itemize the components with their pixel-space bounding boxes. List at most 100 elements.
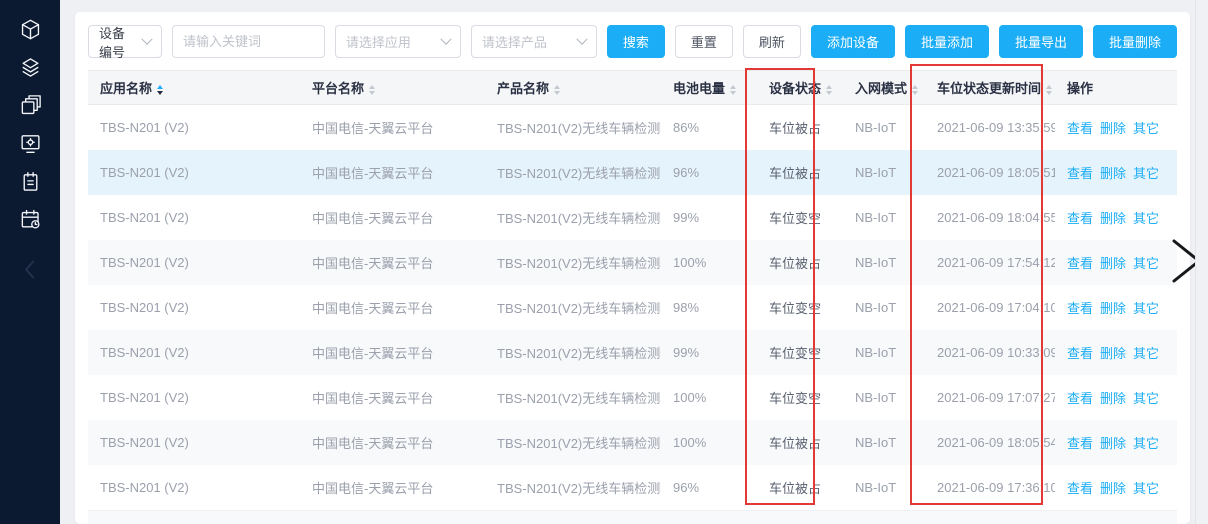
monitor-gear-icon[interactable] — [19, 132, 42, 155]
app-name-cell: TBS-N201 (V2) — [88, 420, 300, 465]
other-link[interactable]: 其它 — [1133, 436, 1159, 451]
sort-icon[interactable] — [826, 85, 832, 95]
product-name-cell: TBS-N201(V2)无线车辆检测器 — [485, 195, 661, 240]
reset-button[interactable]: 重置 — [675, 25, 733, 58]
table-row[interactable]: TBS-N201 (V2) 中国电信-天翼云平台 TBS-N201(V2)无线车… — [88, 330, 1177, 375]
view-link[interactable]: 查看 — [1067, 121, 1093, 136]
actions-cell: 查看删除其它 — [1055, 195, 1177, 240]
batch-add-button[interactable]: 批量添加 — [905, 25, 989, 58]
app-name-cell: TBS-N201 (V2) — [88, 285, 300, 330]
field-type-select[interactable]: 设备编号 — [88, 25, 162, 58]
view-link[interactable]: 查看 — [1067, 211, 1093, 226]
actions-cell: 查看删除其它 — [1055, 105, 1177, 150]
other-link[interactable]: 其它 — [1133, 256, 1159, 271]
battery-cell: 98% — [661, 285, 757, 330]
view-link[interactable]: 查看 — [1067, 166, 1093, 181]
column-header-platform-name[interactable]: 平台名称 — [300, 71, 485, 105]
table-row[interactable]: TBS-N201 (V2) 中国电信-天翼云平台 TBS-N201(V2)无线车… — [88, 240, 1177, 285]
update-time-cell: 2021-06-09 17:36:10 — [925, 465, 1055, 510]
other-link[interactable]: 其它 — [1133, 211, 1159, 226]
delete-link[interactable]: 删除 — [1100, 211, 1126, 226]
delete-link[interactable]: 删除 — [1100, 436, 1126, 451]
device-status-cell: 车位变空 — [757, 195, 843, 240]
app-name-cell: TBS-N201 (V2) — [88, 105, 300, 150]
table-row[interactable]: TBS-N201 (V2) 中国电信-天翼云平台 TBS-N201(V2)无线车… — [88, 285, 1177, 330]
view-link[interactable]: 查看 — [1067, 346, 1093, 361]
sort-icon[interactable] — [369, 85, 375, 95]
batch-export-button[interactable]: 批量导出 — [999, 25, 1083, 58]
network-mode-cell: NB-IoT — [843, 420, 925, 465]
delete-link[interactable]: 删除 — [1100, 481, 1126, 496]
platform-name-cell: 中国电信-天翼云平台 — [300, 420, 485, 465]
app-name-cell: TBS-N201 (V2) — [88, 150, 300, 195]
sort-icon[interactable] — [157, 85, 163, 95]
product-select[interactable]: 请选择产品 — [471, 25, 597, 58]
layers-icon[interactable] — [19, 56, 42, 79]
partial-next-row — [88, 510, 1177, 524]
battery-cell: 96% — [661, 465, 757, 510]
battery-cell: 100% — [661, 420, 757, 465]
copies-icon[interactable] — [19, 94, 42, 117]
delete-link[interactable]: 删除 — [1100, 256, 1126, 271]
app-select[interactable]: 请选择应用 — [335, 25, 461, 58]
device-status-cell: 车位被占 — [757, 465, 843, 510]
app-name-cell: TBS-N201 (V2) — [88, 465, 300, 510]
view-link[interactable]: 查看 — [1067, 256, 1093, 271]
actions-cell: 查看删除其它 — [1055, 150, 1177, 195]
other-link[interactable]: 其它 — [1133, 481, 1159, 496]
table-row[interactable]: TBS-N201 (V2) 中国电信-天翼云平台 TBS-N201(V2)无线车… — [88, 465, 1177, 510]
delete-link[interactable]: 删除 — [1100, 301, 1126, 316]
batch-delete-button[interactable]: 批量删除 — [1093, 25, 1177, 58]
platform-name-cell: 中国电信-天翼云平台 — [300, 150, 485, 195]
chevron-down-icon — [141, 33, 152, 44]
table-row[interactable]: TBS-N201 (V2) 中国电信-天翼云平台 TBS-N201(V2)无线车… — [88, 420, 1177, 465]
table-row[interactable]: TBS-N201 (V2) 中国电信-天翼云平台 TBS-N201(V2)无线车… — [88, 150, 1177, 195]
add-device-button[interactable]: 添加设备 — [811, 25, 895, 58]
delete-link[interactable]: 删除 — [1100, 391, 1126, 406]
search-button[interactable]: 搜索 — [607, 25, 665, 58]
view-link[interactable]: 查看 — [1067, 391, 1093, 406]
platform-name-cell: 中国电信-天翼云平台 — [300, 195, 485, 240]
network-mode-cell: NB-IoT — [843, 195, 925, 240]
refresh-button[interactable]: 刷新 — [743, 25, 801, 58]
other-link[interactable]: 其它 — [1133, 301, 1159, 316]
delete-link[interactable]: 删除 — [1100, 346, 1126, 361]
view-link[interactable]: 查看 — [1067, 301, 1093, 316]
sort-icon[interactable] — [554, 85, 560, 95]
view-link[interactable]: 查看 — [1067, 481, 1093, 496]
cube-icon[interactable] — [19, 18, 42, 41]
other-link[interactable]: 其它 — [1133, 121, 1159, 136]
battery-cell: 86% — [661, 105, 757, 150]
other-link[interactable]: 其它 — [1133, 166, 1159, 181]
clipboard-icon[interactable] — [19, 170, 42, 193]
sort-icon[interactable] — [730, 85, 736, 95]
scroll-gutter[interactable] — [1195, 0, 1208, 524]
table-body: TBS-N201 (V2) 中国电信-天翼云平台 TBS-N201(V2)无线车… — [88, 105, 1177, 510]
other-link[interactable]: 其它 — [1133, 391, 1159, 406]
table-row[interactable]: TBS-N201 (V2) 中国电信-天翼云平台 TBS-N201(V2)无线车… — [88, 375, 1177, 420]
column-header-network-mode[interactable]: 入网模式 — [843, 71, 925, 105]
sort-icon[interactable] — [912, 85, 918, 95]
column-header-device-status[interactable]: 设备状态 — [757, 71, 843, 105]
view-link[interactable]: 查看 — [1067, 436, 1093, 451]
column-header-update-time[interactable]: 车位状态更新时间 — [925, 71, 1055, 105]
column-header-product-name[interactable]: 产品名称 — [485, 71, 661, 105]
table-row[interactable]: TBS-N201 (V2) 中国电信-天翼云平台 TBS-N201(V2)无线车… — [88, 195, 1177, 240]
keyword-input[interactable] — [183, 34, 314, 49]
other-link[interactable]: 其它 — [1133, 346, 1159, 361]
delete-link[interactable]: 删除 — [1100, 166, 1126, 181]
device-status-cell: 车位被占 — [757, 105, 843, 150]
network-mode-cell: NB-IoT — [843, 375, 925, 420]
platform-name-cell: 中国电信-天翼云平台 — [300, 285, 485, 330]
calendar-clock-icon[interactable] — [19, 208, 42, 231]
column-header-app-name[interactable]: 应用名称 — [88, 71, 300, 105]
column-header-battery[interactable]: 电池电量 — [661, 71, 757, 105]
table-row[interactable]: TBS-N201 (V2) 中国电信-天翼云平台 TBS-N201(V2)无线车… — [88, 105, 1177, 150]
collapse-sidebar-chevron-icon[interactable] — [19, 258, 42, 281]
sort-icon[interactable] — [1046, 85, 1052, 95]
table-header-row: 应用名称 平台名称 产品名称 电池电量 设备状态 入网模式 车位状态更新时间 操… — [88, 71, 1177, 105]
actions-cell: 查看删除其它 — [1055, 420, 1177, 465]
actions-cell: 查看删除其它 — [1055, 285, 1177, 330]
product-name-cell: TBS-N201(V2)无线车辆检测器 — [485, 105, 661, 150]
delete-link[interactable]: 删除 — [1100, 121, 1126, 136]
